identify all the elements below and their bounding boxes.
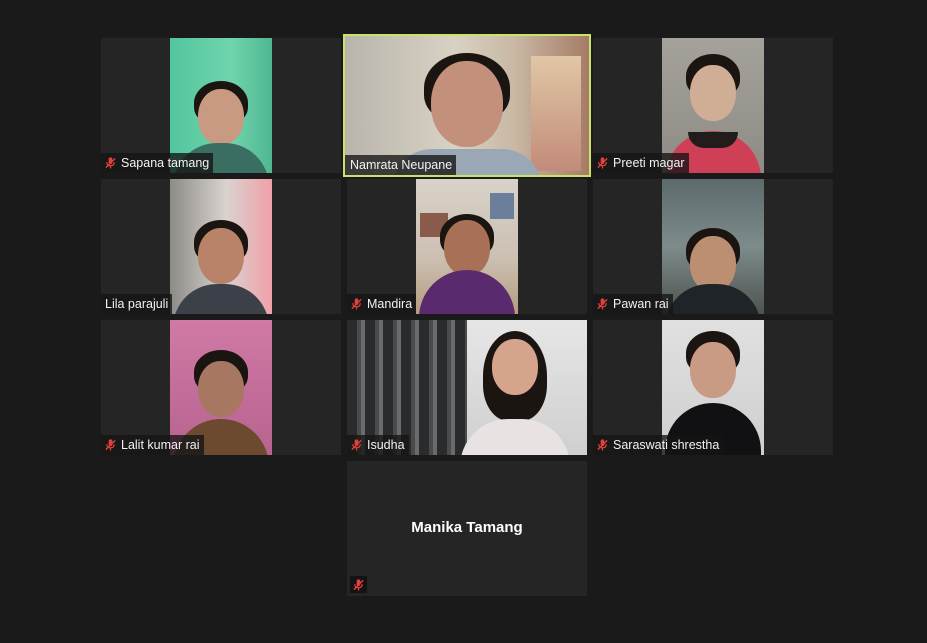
microphone-muted-icon (597, 157, 608, 169)
participant-tile-pawan[interactable]: Pawan rai (593, 179, 833, 314)
microphone-muted-icon (105, 439, 116, 451)
participant-tile-sapana[interactable]: Sapana tamang (101, 38, 341, 173)
participant-name-label: Lila parajuli (101, 294, 173, 314)
participant-video (170, 179, 272, 314)
participant-name-label: Mandira (347, 294, 417, 314)
microphone-muted-icon (105, 157, 116, 169)
participant-tile-saraswati[interactable]: Saraswati shrestha (593, 320, 833, 455)
participant-name-label: Preeti magar (593, 153, 689, 173)
participant-name-centered: Manika Tamang (411, 519, 523, 536)
participant-name-label: Sapana tamang (101, 153, 214, 173)
participant-tile-lalit[interactable]: Lalit kumar rai (101, 320, 341, 455)
microphone-muted-icon (351, 439, 362, 451)
participant-name-label: Namrata Neupane (345, 155, 457, 175)
microphone-muted-icon (597, 298, 608, 310)
participant-tile-isudha[interactable]: Isudha (347, 320, 587, 455)
participant-name-label: Saraswati shrestha (593, 435, 724, 455)
microphone-muted-icon (350, 576, 367, 593)
microphone-muted-icon (597, 439, 608, 451)
microphone-muted-icon (351, 298, 362, 310)
participant-name-label: Isudha (347, 435, 409, 455)
participant-tile-preeti[interactable]: Preeti magar (593, 38, 833, 173)
participant-video (662, 179, 764, 314)
participant-name-label: Lalit kumar rai (101, 435, 204, 455)
participant-tile-lila[interactable]: Lila parajuli (101, 179, 341, 314)
participant-name-label: Pawan rai (593, 294, 673, 314)
participant-tile-mandira[interactable]: Mandira (347, 179, 587, 314)
participant-tile-manika[interactable]: Manika Tamang (347, 461, 587, 596)
participant-video (416, 179, 518, 314)
participant-tile-namrata[interactable]: Namrata Neupane (343, 34, 591, 177)
